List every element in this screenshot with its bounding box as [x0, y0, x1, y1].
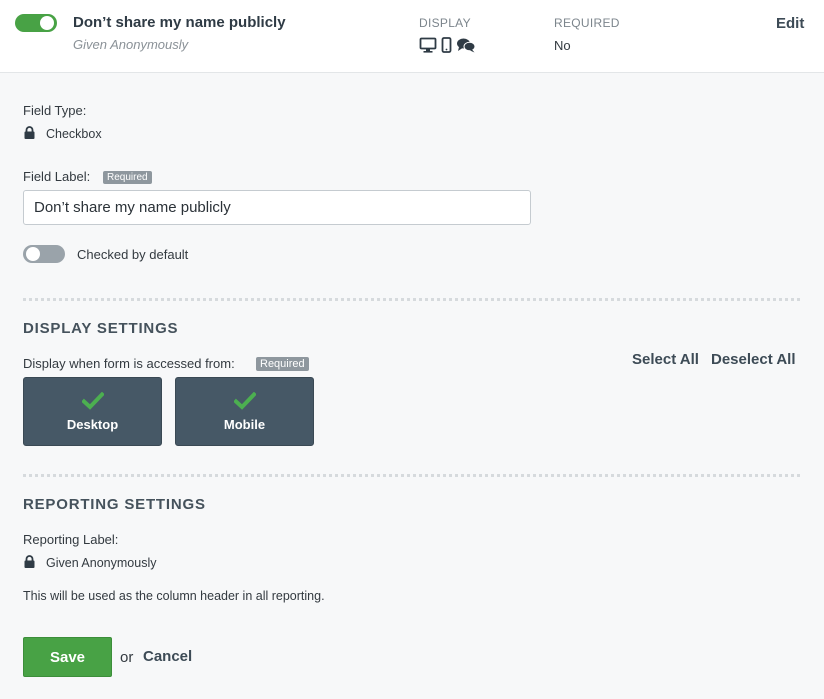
display-caption: DISPLAY	[419, 16, 471, 30]
reporting-note: This will be used as the column header i…	[23, 589, 325, 603]
deselect-all-link[interactable]: Deselect All	[711, 351, 796, 368]
reporting-settings-title: REPORTING SETTINGS	[23, 496, 206, 513]
save-button[interactable]: Save	[23, 637, 112, 677]
field-label-label: Field Label:	[23, 169, 91, 184]
chat-icon	[456, 37, 476, 53]
required-badge: Required	[256, 357, 309, 371]
required-badge: Required	[103, 171, 152, 184]
check-icon	[81, 392, 104, 410]
required-caption: REQUIRED	[554, 16, 620, 30]
or-text: or	[120, 649, 134, 666]
lock-icon	[24, 555, 35, 568]
cancel-link[interactable]: Cancel	[143, 648, 192, 665]
check-icon	[233, 392, 256, 410]
mobile-option-label: Mobile	[223, 417, 266, 432]
field-header: Don’t share my name publicly Given Anony…	[0, 0, 824, 73]
reporting-label-value: Given Anonymously	[46, 556, 157, 570]
desktop-option-tile[interactable]: Desktop	[23, 377, 162, 446]
checked-by-default-toggle[interactable]	[23, 245, 65, 263]
section-divider	[23, 298, 800, 301]
desktop-option-label: Desktop	[66, 417, 119, 432]
field-name-title: Don’t share my name publicly	[73, 14, 286, 31]
select-all-link[interactable]: Select All	[632, 351, 699, 368]
section-divider	[23, 474, 800, 477]
display-prompt: Display when form is accessed from:	[23, 356, 235, 371]
field-label-input[interactable]	[23, 190, 531, 225]
edit-link[interactable]: Edit	[776, 15, 804, 32]
mobile-option-tile[interactable]: Mobile	[175, 377, 314, 446]
required-value: No	[554, 38, 571, 53]
lock-icon	[24, 126, 35, 139]
display-icons	[419, 37, 476, 53]
display-settings-title: DISPLAY SETTINGS	[23, 320, 179, 337]
field-enabled-toggle[interactable]	[15, 14, 57, 32]
field-subtitle: Given Anonymously	[73, 37, 189, 52]
desktop-icon	[419, 37, 437, 53]
toggle-knob	[40, 16, 54, 30]
field-type-value: Checkbox	[46, 127, 102, 141]
reporting-label-label: Reporting Label:	[23, 532, 119, 547]
checked-by-default-label: Checked by default	[77, 247, 189, 262]
mobile-icon	[441, 37, 452, 53]
field-type-label: Field Type:	[23, 103, 87, 118]
toggle-knob	[26, 247, 40, 261]
